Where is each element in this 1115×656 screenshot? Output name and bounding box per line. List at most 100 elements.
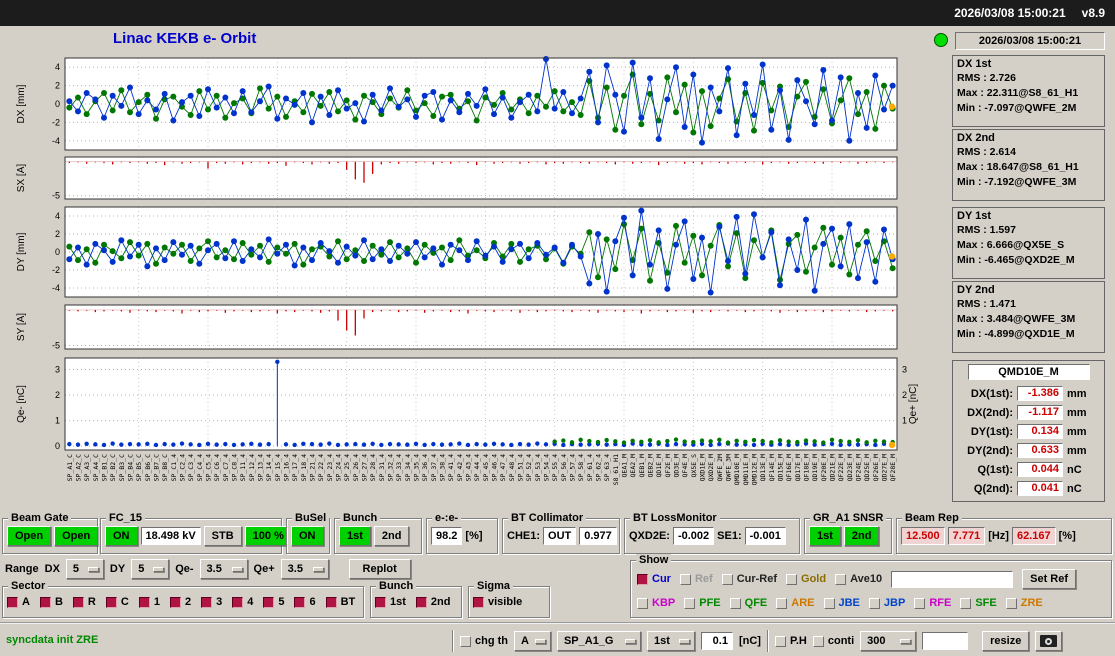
- beam-gate-open-button-1[interactable]: Open: [7, 526, 52, 546]
- range-qe-plus-select[interactable]: 3.5: [280, 559, 329, 579]
- svg-text:QF16E_M: QF16E_M: [785, 454, 793, 481]
- svg-text:SP_41_4: SP_41_4: [447, 454, 455, 481]
- svg-text:SP_51_4: SP_51_4: [517, 454, 525, 481]
- svg-text:SP_34_4: SP_34_4: [404, 454, 412, 481]
- range-qe-plus-value: 3.5: [287, 563, 303, 575]
- extra-input[interactable]: [922, 632, 969, 650]
- range-dy-select[interactable]: 5: [131, 559, 170, 579]
- toggle-label: conti: [827, 635, 855, 647]
- bunch-toggle-1st[interactable]: 1st: [375, 596, 406, 608]
- checkbox-indicator: [835, 573, 847, 585]
- chg-th-toggle[interactable]: chg th: [460, 635, 508, 647]
- sector-toggle-1[interactable]: 1: [138, 596, 160, 608]
- show-toggle-qfe[interactable]: QFE: [729, 597, 767, 609]
- show-toggle-zre[interactable]: ZRE: [1005, 597, 1043, 609]
- set-ref-button[interactable]: Set Ref: [1022, 569, 1077, 589]
- show-toggle-cur-ref[interactable]: Cur-Ref: [721, 573, 777, 585]
- show-toggle-pfe[interactable]: PFE: [684, 597, 721, 609]
- svg-text:SP_B3_C: SP_B3_C: [118, 454, 126, 481]
- threshold-input[interactable]: 0.1: [700, 632, 733, 650]
- conti-toggle[interactable]: conti: [812, 635, 855, 647]
- svg-text:SP_27_4: SP_27_4: [361, 454, 369, 481]
- svg-text:SY [A]: SY [A]: [16, 313, 27, 341]
- show-toggle-gold[interactable]: Gold: [786, 573, 826, 585]
- resize-button[interactable]: resize: [982, 631, 1030, 651]
- svg-text:QEA2_M: QEA2_M: [629, 454, 637, 478]
- show-toggle-ave10[interactable]: Ave10: [835, 573, 882, 585]
- sector-toggle-bt[interactable]: BT: [325, 596, 355, 608]
- svg-text:2: 2: [55, 81, 60, 91]
- show-toggle-rfe[interactable]: RFE: [914, 597, 951, 609]
- svg-text:SP_A3_C: SP_A3_C: [83, 454, 91, 481]
- panel-title: GR_A1 SNSR: [810, 512, 887, 525]
- svg-text:0: 0: [55, 247, 60, 257]
- svg-text:SP_15_4: SP_15_4: [274, 454, 282, 481]
- svg-text:SP_C4_4: SP_C4_4: [196, 454, 204, 481]
- svg-text:SP_26_4: SP_26_4: [352, 454, 360, 481]
- sector-group-select[interactable]: A: [514, 631, 551, 651]
- show-toggle-kbp[interactable]: KBP: [637, 597, 675, 609]
- sector-toggle-c[interactable]: C: [105, 596, 129, 608]
- camera-button[interactable]: [1035, 631, 1063, 651]
- sector-toggle-a[interactable]: A: [7, 596, 30, 608]
- stats-box-dx-1st: DX 1st RMS : 2.726 Max : 22.311@S8_61_H1…: [952, 55, 1105, 127]
- bunch-select[interactable]: 1st: [646, 631, 695, 651]
- svg-text:DY [mm]: DY [mm]: [16, 232, 27, 271]
- busel-on-button[interactable]: ON: [291, 526, 324, 546]
- checkbox-indicator: [294, 596, 306, 608]
- replot-button[interactable]: Replot: [348, 559, 411, 579]
- svg-text:QD23E_M: QD23E_M: [846, 454, 854, 481]
- bunch-toggle-2nd[interactable]: 2nd: [415, 596, 450, 608]
- svg-text:SP_14_4: SP_14_4: [265, 454, 273, 481]
- ref-name-input[interactable]: [891, 570, 1014, 588]
- fc15-percent-button[interactable]: 100 %: [244, 526, 292, 546]
- gr-snsr-2nd-button[interactable]: 2nd: [843, 526, 880, 546]
- show-toggle-are[interactable]: ARE: [776, 597, 815, 609]
- panel-title: Bunch: [376, 580, 417, 593]
- checkbox-indicator: [823, 597, 835, 609]
- sync-status-text: syncdata init ZRE: [6, 634, 99, 646]
- toggle-label: Gold: [801, 573, 827, 585]
- sector-toggle-6[interactable]: 6: [294, 596, 316, 608]
- sector-toggle-r[interactable]: R: [72, 596, 96, 608]
- bunch-2nd-button[interactable]: 2nd: [373, 526, 410, 546]
- svg-text:-4: -4: [52, 136, 60, 146]
- ph-togg1e[interactable]: P.H: [774, 635, 807, 647]
- qxd2e-label: QXD2E:: [629, 530, 670, 542]
- gr-snsr-1st-button[interactable]: 1st: [809, 526, 841, 546]
- checkbox-indicator: [679, 573, 691, 585]
- beam-gate-open-button-2[interactable]: Open: [54, 526, 99, 546]
- sector-toggle-3[interactable]: 3: [201, 596, 222, 608]
- show-toggle-ref[interactable]: Ref: [679, 573, 713, 585]
- range-dx-select[interactable]: 5: [65, 559, 104, 579]
- show-toggle-jbp[interactable]: JBP: [868, 597, 905, 609]
- svg-text:SP_42_4: SP_42_4: [456, 454, 464, 481]
- device-select[interactable]: SP_A1_G: [556, 631, 641, 651]
- checkbox-indicator: [39, 596, 51, 608]
- svg-text:QD19E_M: QD19E_M: [811, 454, 819, 481]
- sector-toggle-b[interactable]: B: [39, 596, 63, 608]
- qmd-label: DX(1st):: [970, 387, 1013, 400]
- che1-status-value: OUT: [543, 527, 577, 545]
- show-toggle-cur[interactable]: Cur: [637, 573, 671, 585]
- stats-box-dy-1st: DY 1st RMS : 1.597 Max : 6.666@QX5E_S Mi…: [952, 207, 1105, 279]
- show-toggle-jbe[interactable]: JBE: [823, 597, 860, 609]
- sector-toggle-5[interactable]: 5: [263, 596, 284, 608]
- fc15-on-button[interactable]: ON: [105, 526, 138, 546]
- stats-min: Min : -7.192@QWFE_3M: [957, 176, 1077, 188]
- svg-text:SP_C6_4: SP_C6_4: [213, 454, 221, 481]
- range-qe-minus-select[interactable]: 3.5: [199, 559, 248, 579]
- checkbox-indicator: [232, 596, 244, 608]
- beam-rep-pct-unit: [%]: [1058, 530, 1076, 542]
- checkbox-indicator: [684, 597, 696, 609]
- svg-text:QD15E_M: QD15E_M: [777, 454, 785, 481]
- bunch-1st-button[interactable]: 1st: [339, 526, 371, 546]
- show-toggle-sfe[interactable]: SFE: [960, 597, 997, 609]
- interval-select[interactable]: 300: [860, 631, 917, 651]
- sigma-toggle-visible[interactable]: visible: [473, 596, 522, 608]
- fc15-stb-button[interactable]: STB: [203, 526, 242, 546]
- toggle-label: 1st: [390, 596, 406, 608]
- sector-toggle-2[interactable]: 2: [169, 596, 191, 608]
- sector-toggle-4[interactable]: 4: [232, 596, 253, 608]
- collimator-value: 0.977: [579, 527, 617, 545]
